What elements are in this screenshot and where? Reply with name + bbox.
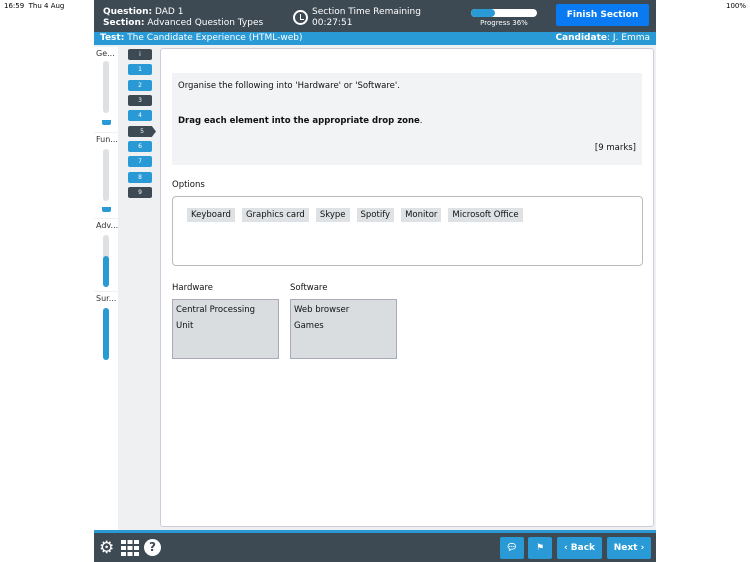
question-stem: Organise the following into 'Hardware' o… [172, 73, 642, 165]
question-instruction: Drag each element into the appropriate d… [178, 116, 420, 126]
instruction-period: . [420, 116, 423, 126]
candidate-name: : J. Emma [607, 33, 650, 43]
status-time: 16:59 [4, 2, 24, 10]
section-progress-fill [103, 256, 109, 287]
section-nav-general[interactable]: Ge... [94, 47, 118, 132]
question-marks: [9 marks] [595, 143, 636, 153]
section-label: Section: [103, 18, 145, 28]
section-progress [103, 149, 109, 201]
section-label: Ge... [96, 49, 115, 58]
section-label: Sur... [96, 294, 116, 303]
dropped-item[interactable]: Central Processing Unit [176, 302, 275, 334]
dropped-item[interactable]: Games [294, 318, 393, 334]
draggable-option[interactable]: Keyboard [187, 208, 235, 222]
question-nav-info[interactable]: i [128, 49, 152, 60]
next-button[interactable]: Next › [607, 537, 651, 559]
question-nav-8[interactable]: 8 [128, 172, 152, 183]
section-nav-survey[interactable]: Sur... [94, 292, 118, 367]
draggable-option[interactable]: Microsoft Office [448, 208, 522, 222]
question-nav-3[interactable]: 3 [128, 95, 152, 106]
settings-gear-icon[interactable]: ⚙ [99, 540, 114, 556]
timer-label: Section Time Remaining [312, 7, 421, 18]
test-label: Test: [100, 33, 124, 43]
flag-icon: ⚑ [536, 543, 544, 553]
speech-bubble-icon: 💬︎ [506, 543, 517, 553]
options-label: Options [172, 180, 205, 190]
break-icon [102, 120, 111, 125]
back-button[interactable]: ‹ Back [557, 537, 602, 559]
software-drop-zone[interactable]: Web browser Games [290, 299, 397, 359]
help-icon[interactable]: ? [144, 539, 161, 556]
section-timer: Section Time Remaining 00:27:51 [293, 7, 421, 29]
section-nav-advanced[interactable]: Adv... [94, 219, 118, 291]
section-progress [103, 308, 109, 360]
break-icon [102, 207, 111, 212]
dropped-item[interactable]: Web browser [294, 302, 393, 318]
section-name: Advanced Question Types [147, 18, 263, 28]
exam-app: Question: DAD 1 Section: Advanced Questi… [94, 0, 656, 562]
finish-section-button[interactable]: Finish Section [556, 4, 649, 26]
question-nav-7[interactable]: 7 [128, 156, 152, 167]
flag-button[interactable]: ⚑ [528, 537, 552, 559]
question-info: Question: DAD 1 Section: Advanced Questi… [103, 7, 263, 29]
header: Question: DAD 1 Section: Advanced Questi… [94, 0, 656, 32]
section-label: Fun... [96, 135, 118, 144]
question-panel: Organise the following into 'Hardware' o… [160, 48, 654, 527]
comment-button[interactable]: 💬︎ [500, 537, 524, 559]
question-label: Question: [103, 7, 152, 17]
question-nav-2[interactable]: 2 [128, 80, 152, 91]
question-nav-5-current[interactable]: 5 [128, 126, 156, 137]
hardware-zone-label: Hardware [172, 283, 213, 293]
test-name: The Candidate Experience (HTML-web) [127, 33, 302, 43]
battery: 100% [726, 2, 746, 10]
section-progress [103, 235, 109, 287]
question-nav-9[interactable]: 9 [128, 187, 152, 198]
question-nav-4[interactable]: 4 [128, 110, 152, 121]
grid-overview-icon[interactable] [121, 540, 139, 559]
section-label: Adv... [96, 221, 118, 230]
clock-icon [293, 10, 308, 25]
progress-label: Progress 36% [471, 19, 537, 27]
hardware-drop-zone[interactable]: Central Processing Unit [172, 299, 279, 359]
progress-bar [471, 9, 537, 17]
candidate-label: Candidate [555, 33, 607, 43]
progress-fill [471, 9, 495, 17]
draggable-option[interactable]: Graphics card [242, 208, 309, 222]
draggable-option[interactable]: Monitor [401, 208, 441, 222]
options-pool[interactable]: Keyboard Graphics card Skype Spotify Mon… [172, 196, 643, 266]
question-prompt: Organise the following into 'Hardware' o… [178, 81, 636, 91]
section-nav-fundamentals[interactable]: Fun... [94, 133, 118, 218]
question-id: DAD 1 [155, 7, 183, 17]
section-progress-fill [103, 308, 109, 360]
draggable-option[interactable]: Skype [316, 208, 350, 222]
footer-toolbar: ⚙ ? 💬︎ ⚑ ‹ Back Next › [94, 530, 656, 562]
status-date: Thu 4 Aug [29, 2, 65, 10]
question-nav-6[interactable]: 6 [128, 141, 152, 152]
test-info-bar: Test: The Candidate Experience (HTML-web… [94, 32, 656, 45]
software-zone-label: Software [290, 283, 327, 293]
section-progress [103, 61, 109, 113]
draggable-option[interactable]: Spotify [357, 208, 395, 222]
timer-value: 00:27:51 [312, 18, 421, 29]
question-nav-1[interactable]: 1 [128, 64, 152, 75]
